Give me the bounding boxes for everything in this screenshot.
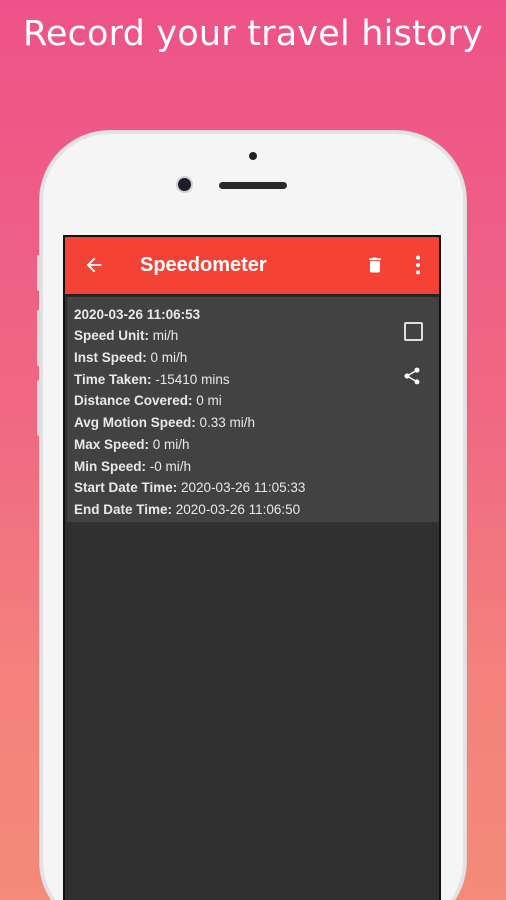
app-bar: Speedometer	[65, 237, 439, 294]
more-vert-icon[interactable]	[411, 254, 425, 276]
share-icon[interactable]	[402, 366, 422, 386]
field-end-date-time: End Date Time: 2020-03-26 11:06:50	[74, 502, 301, 517]
field-max-speed: Max Speed: 0 mi/h	[74, 437, 190, 452]
field-distance-covered: Distance Covered: 0 mi	[74, 393, 222, 408]
checkbox-outline-icon[interactable]	[404, 322, 423, 341]
field-time-taken: Time Taken: -15410 mins	[74, 372, 230, 387]
record-card[interactable]: 2020-03-26 11:06:53 Speed Unit: mi/h Ins…	[67, 297, 439, 522]
field-min-speed: Min Speed: -0 mi/h	[74, 459, 192, 474]
field-avg-motion-speed: Avg Motion Speed: 0.33 mi/h	[74, 415, 256, 430]
field-inst-speed: Inst Speed: 0 mi/h	[74, 350, 188, 365]
phone-side-button	[37, 310, 41, 366]
phone-camera	[178, 178, 191, 191]
phone-speaker	[219, 182, 287, 189]
arrow-left-icon[interactable]	[83, 254, 105, 276]
phone-sensor	[249, 152, 257, 160]
phone-side-button	[37, 380, 41, 436]
app-title: Speedometer	[140, 254, 267, 276]
headline: Record your travel history	[22, 14, 484, 54]
phone-side-button	[37, 255, 41, 291]
field-start-date-time: Start Date Time: 2020-03-26 11:05:33	[74, 480, 306, 495]
trash-icon[interactable]	[365, 254, 385, 276]
app-screen: Speedometer 2020-03-26 11:06:53 Speed Un…	[63, 235, 441, 900]
record-date-time: 2020-03-26 11:06:53	[74, 307, 201, 322]
field-speed-unit: Speed Unit: mi/h	[74, 328, 179, 343]
